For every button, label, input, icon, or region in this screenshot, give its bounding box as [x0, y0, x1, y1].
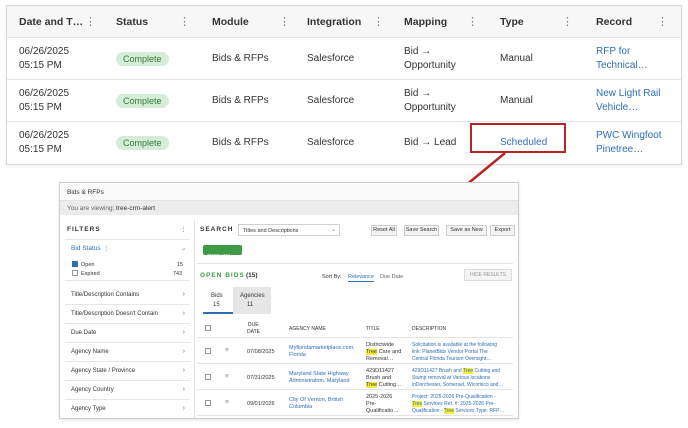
chevron-down-icon: ⌄ — [331, 226, 337, 233]
tab-bids-count: 15 — [213, 302, 220, 308]
bid-description-cont: Qualification - Tree Services Type: RFP… — [412, 407, 504, 415]
tab-bids-label: Bids — [211, 293, 223, 299]
filter-agency-type[interactable]: Agency Type › — [65, 400, 190, 418]
table-row[interactable]: ≡ 09/01/2026 City Of Vernon, British Col… — [197, 391, 513, 416]
table-row[interactable]: ≡ 07/31/2025 Maryland State Highway Admi… — [197, 365, 513, 390]
expired-count: 743 — [173, 271, 183, 277]
bid-title-cont[interactable]: Removal… — [366, 355, 393, 363]
drag-handle-icon[interactable]: ≡ — [225, 399, 229, 407]
sort-by-label: Sort By: — [322, 274, 342, 280]
drag-handle-icon[interactable]: ≡ — [225, 373, 229, 381]
expired-checkbox[interactable] — [72, 270, 78, 276]
viewing-label: You are viewing: — [67, 205, 115, 212]
table-row[interactable]: ≡ 07/08/2025 Myfloridamarketplace.com, F… — [197, 339, 513, 364]
filter-due-date[interactable]: Due Date › — [65, 324, 190, 343]
filter-title-contains[interactable]: Title/Description Contains › — [65, 286, 190, 305]
col-date[interactable]: DATE — [247, 328, 260, 336]
save-search-button[interactable]: Save Search — [404, 225, 439, 236]
keyword-highlight: Tree — [366, 382, 378, 388]
search-scope-select[interactable]: Titles and Descriptions ⌄ — [238, 224, 340, 236]
chevron-right-icon: › — [182, 386, 185, 393]
desc-text: Qualification - — [412, 408, 444, 414]
export-button[interactable]: Export — [490, 225, 515, 236]
agency-name-cont[interactable]: Florida — [289, 351, 306, 359]
divider — [197, 263, 513, 264]
bids-rfps-screenshot: Bids & RFPs You are viewing: tree-crm-al… — [59, 182, 519, 419]
select-all-checkbox[interactable] — [205, 325, 211, 331]
open-count: 15 — [177, 262, 184, 268]
filter-label: Title/Description Contains — [71, 292, 140, 298]
row-checkbox[interactable] — [205, 400, 211, 406]
bid-status-menu-icon[interactable]: ⋮ — [103, 245, 110, 253]
agency-name-cont[interactable]: Administration, Maryland — [289, 377, 350, 385]
drag-handle-icon[interactable]: ≡ — [225, 347, 229, 355]
filter-label: Title/Description Doesn't Contain — [71, 311, 158, 317]
filter-title-not-contain[interactable]: Title/Description Doesn't Contain › — [65, 305, 190, 324]
search-scope-value: Titles and Descriptions — [243, 228, 299, 234]
filter-agency-country[interactable]: Agency Country › — [65, 381, 190, 400]
tab-bids[interactable]: Bids 15 — [203, 287, 233, 314]
search-tag[interactable]: TREE (15) × — [203, 245, 242, 260]
hide-results-button[interactable]: HIDE RESULTS — [464, 269, 512, 281]
open-bids-count: (15) — [246, 272, 258, 279]
due-date: 09/01/2026 — [247, 401, 275, 407]
viewing-bar: You are viewing: tree-crm-alert — [60, 201, 518, 215]
bid-title-cont[interactable]: Qualificatio… — [366, 407, 399, 415]
filter-label: Due Date — [71, 330, 97, 336]
agency-name-cont[interactable]: Columbia — [289, 403, 312, 411]
open-label: Open — [81, 262, 95, 268]
col-agency-name[interactable]: AGENCY NAME — [289, 325, 326, 333]
chevron-right-icon: › — [182, 329, 185, 336]
open-bids-heading: OPEN BIDS — [200, 272, 245, 279]
inset-titlebar: Bids & RFPs — [60, 183, 518, 201]
chevron-down-icon[interactable]: ⌄ — [181, 245, 186, 253]
desc-text: Services Type: RFP… — [453, 408, 505, 414]
search-heading: SEARCH — [200, 226, 234, 233]
reset-all-button[interactable]: Reset All — [371, 225, 397, 236]
open-checkbox[interactable] — [72, 261, 78, 267]
filter-label: Agency Name — [71, 349, 109, 355]
sort-due-date[interactable]: Due Date — [380, 273, 403, 281]
inset-title: Bids & RFPs — [67, 189, 104, 196]
bid-status-filter: Bid Status ⋮ ⌄ Open 15 Expired 743 — [65, 239, 190, 281]
due-date: 07/08/2025 — [247, 349, 275, 355]
save-as-new-button[interactable]: Save as New — [446, 225, 487, 236]
due-date: 07/31/2025 — [247, 375, 275, 381]
filter-agency-state[interactable]: Agency State / Province › — [65, 362, 190, 381]
row-checkbox[interactable] — [205, 348, 211, 354]
results-header: DUE DATE AGENCY NAME TITLE DESCRIPTION — [197, 318, 513, 338]
chevron-right-icon: › — [182, 367, 185, 374]
bid-status-label[interactable]: Bid Status — [71, 245, 101, 253]
chevron-right-icon: › — [182, 348, 185, 355]
col-description[interactable]: DESCRIPTION — [412, 325, 446, 333]
filter-label: Agency State / Province — [71, 368, 136, 374]
tab-agencies-label: Agencies — [240, 293, 265, 299]
filters-menu-icon[interactable]: ⋮ — [180, 226, 187, 234]
filter-agency-name[interactable]: Agency Name › — [65, 343, 190, 362]
row-checkbox[interactable] — [205, 374, 211, 380]
col-title[interactable]: TITLE — [366, 325, 380, 333]
sort-relevance[interactable]: Relevance — [348, 273, 374, 282]
filter-label: Agency Type — [71, 406, 106, 412]
filters-heading: FILTERS — [67, 226, 101, 233]
search-tag-label: TREE (15) — [207, 254, 231, 260]
tab-agencies-count: 11 — [247, 302, 254, 308]
chevron-right-icon: › — [182, 291, 185, 298]
close-icon[interactable]: × — [235, 254, 238, 260]
chevron-right-icon: › — [182, 405, 185, 412]
keyword-highlight: Tree — [443, 408, 454, 414]
expired-label: Expired — [81, 271, 100, 277]
sidebar-divider — [194, 219, 195, 418]
bid-title-cont[interactable]: Tree Cutting… — [366, 381, 402, 389]
filter-label: Agency Country — [71, 387, 114, 393]
tab-agencies[interactable]: Agencies 11 — [233, 287, 271, 314]
bid-description-cont: inDorchester, Somerset, Wicomico and… — [412, 382, 504, 388]
viewing-value: tree-crm-alert — [116, 205, 156, 212]
chevron-right-icon: › — [182, 310, 185, 317]
bid-description-cont: Central Florida Tourism Oversight… — [412, 356, 492, 362]
bid-title-text: Cutting… — [377, 382, 402, 388]
